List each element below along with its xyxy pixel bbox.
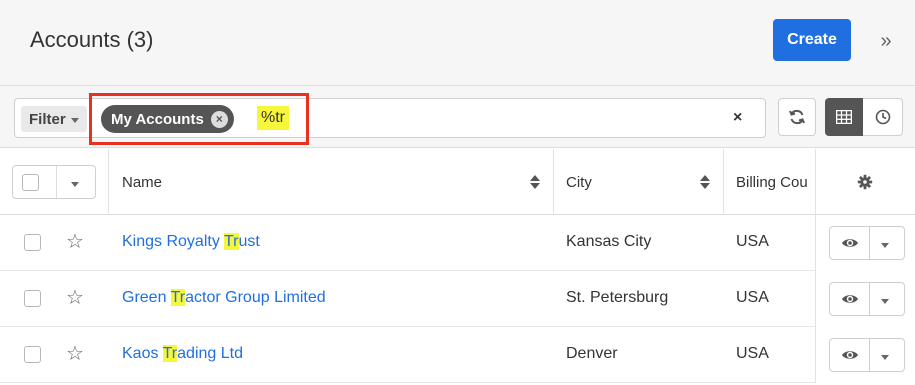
sort-icon[interactable] <box>700 175 710 189</box>
row-actions <box>815 271 915 327</box>
name-text: Kings Royalty <box>122 233 224 250</box>
account-name-link[interactable]: Kings Royalty Trust <box>122 233 260 251</box>
name-text: ading Ltd <box>177 345 243 362</box>
favorite-star-icon[interactable]: ☆ <box>66 341 84 366</box>
mass-actions-caret-icon[interactable] <box>71 182 79 187</box>
billing-country-cell: USA <box>736 289 769 306</box>
column-divider <box>723 149 724 215</box>
name-text: Kaos <box>122 345 163 362</box>
billing-country-cell: USA <box>736 233 769 250</box>
row-actions-group <box>829 226 905 260</box>
list-view-button[interactable] <box>825 98 863 136</box>
city-cell: St. Petersburg <box>566 289 669 306</box>
annotation-highlight-frame <box>89 93 309 145</box>
name-text: actor Group Limited <box>185 289 326 306</box>
sort-icon[interactable] <box>530 175 540 189</box>
account-name-link[interactable]: Green Tractor Group Limited <box>122 289 326 307</box>
clock-icon <box>875 109 890 125</box>
row-checkbox[interactable] <box>24 234 41 251</box>
preview-button[interactable] <box>830 339 870 371</box>
favorite-star-icon[interactable]: ☆ <box>66 285 84 310</box>
eye-icon <box>841 239 858 247</box>
page-title: Accounts (3) <box>30 27 154 52</box>
favorite-star-icon[interactable]: ☆ <box>66 229 84 254</box>
row-actions <box>815 215 915 271</box>
column-divider <box>553 149 554 215</box>
name-match-highlight: Tr <box>170 289 186 306</box>
name-text: Green <box>122 289 171 306</box>
billing-country-cell: USA <box>736 345 769 362</box>
column-divider <box>108 149 109 215</box>
column-header-name[interactable]: Name <box>122 149 162 215</box>
account-name-link[interactable]: Kaos Trading Ltd <box>122 345 243 363</box>
divider <box>56 166 57 198</box>
mass-select-group <box>12 165 96 199</box>
row-actions <box>815 327 915 383</box>
eye-icon <box>841 295 858 303</box>
row-checkbox[interactable] <box>24 290 41 307</box>
activity-stream-button[interactable] <box>863 98 903 136</box>
row-actions-caret-icon[interactable] <box>881 355 889 360</box>
table-row: ☆ Green Tractor Group Limited St. Peters… <box>0 271 915 327</box>
row-actions-caret-icon[interactable] <box>881 243 889 248</box>
table-row: ☆ Kings Royalty Trust Kansas City USA <box>0 215 915 271</box>
preview-button[interactable] <box>830 227 870 259</box>
sidebar-toggle-icon[interactable]: » <box>872 28 900 54</box>
clear-search-icon[interactable]: × <box>733 109 742 127</box>
row-actions-group <box>829 282 905 316</box>
create-button[interactable]: Create <box>773 19 851 61</box>
city-cell: Denver <box>566 345 618 362</box>
refresh-icon <box>789 109 805 125</box>
city-cell: Kansas City <box>566 233 652 250</box>
row-actions-caret-icon[interactable] <box>881 299 889 304</box>
select-all-checkbox[interactable] <box>22 174 39 191</box>
table-row: ☆ Kaos Trading Ltd Denver USA <box>0 327 915 383</box>
row-actions-group <box>829 338 905 372</box>
column-header-billing-country[interactable]: Billing Cou <box>736 149 814 215</box>
eye-icon <box>841 351 858 359</box>
gear-icon <box>857 174 873 190</box>
row-checkbox[interactable] <box>24 346 41 363</box>
table-header: Name City Billing Cou <box>0 149 915 215</box>
refresh-button[interactable] <box>778 98 816 136</box>
name-match-highlight: Tr <box>223 233 239 250</box>
column-divider <box>815 149 816 215</box>
list-view-icon <box>836 110 852 124</box>
column-settings-button[interactable] <box>857 149 873 215</box>
column-header-city[interactable]: City <box>566 149 592 215</box>
filter-dropdown[interactable]: Filter <box>21 106 87 132</box>
preview-button[interactable] <box>830 283 870 315</box>
name-text: ust <box>238 233 260 250</box>
name-match-highlight: Tr <box>162 345 178 362</box>
caret-down-icon <box>70 117 79 123</box>
filter-dropdown-label: Filter <box>29 110 66 128</box>
list-header: Accounts (3) Create » <box>0 0 915 86</box>
